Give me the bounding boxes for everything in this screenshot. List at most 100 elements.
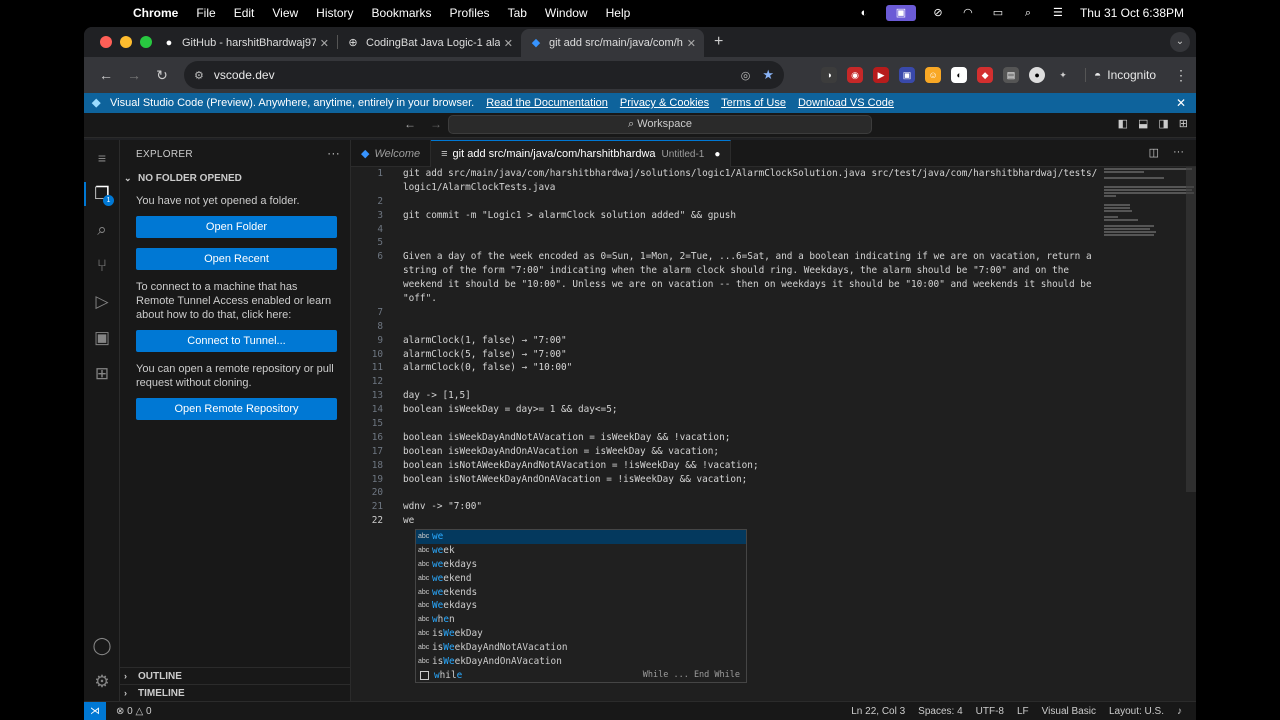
- address-bar[interactable]: ⚙ vscode.dev ◎ ★: [184, 61, 784, 89]
- control-center-icon[interactable]: ☰: [1050, 7, 1066, 19]
- chrome-menu-icon[interactable]: ⋮: [1174, 67, 1188, 84]
- code-line[interactable]: 11 alarmClock(0, false) → "10:00": [351, 361, 1181, 375]
- spotlight-icon[interactable]: ⌕: [1020, 7, 1036, 19]
- more-actions-icon[interactable]: ···: [327, 146, 340, 160]
- suggestion-item[interactable]: abc is We ekDayAndNotAVacation: [416, 641, 746, 655]
- code-line[interactable]: logic1/AlarmClockTests.java: [351, 181, 1181, 195]
- notifications-bell-icon[interactable]: ♪: [1177, 706, 1182, 717]
- go-back-icon[interactable]: ←: [404, 117, 416, 131]
- link-read-docs[interactable]: Read the Documentation: [486, 97, 608, 109]
- code-line[interactable]: 3 git commit -m "Logic1 > alarmClock solu…: [351, 209, 1181, 223]
- suggestion-item[interactable]: abc We ekdays: [416, 599, 746, 613]
- code-line[interactable]: 21 wdnv -> "7:00": [351, 500, 1181, 514]
- minimap[interactable]: [1100, 167, 1196, 267]
- code-line[interactable]: 14 boolean isWeekDay = day>= 1 && day<=5;: [351, 403, 1181, 417]
- tracking-off-icon[interactable]: ◎: [741, 69, 751, 82]
- menu-hamburger-icon[interactable]: ≡: [84, 140, 120, 176]
- bookmark-star-icon[interactable]: ★: [762, 67, 774, 83]
- code-line[interactable]: 2: [351, 195, 1181, 209]
- browser-tab-github[interactable]: ● GitHub - harshitBhardwaj97/C ✕: [154, 29, 337, 57]
- problems-indicator[interactable]: ⊗ 0 △ 0: [116, 706, 152, 717]
- extension-circle-icon[interactable]: ◐: [951, 67, 968, 83]
- suggestion-item[interactable]: abc is We ekDayAndOnAVacation: [416, 655, 746, 669]
- extensions-icon[interactable]: ⊞: [84, 356, 120, 392]
- minimize-window-button[interactable]: [120, 36, 132, 48]
- explorer-icon[interactable]: ❐ 1: [84, 176, 120, 212]
- browser-tab-vscode[interactable]: ◆ git add src/main/java/com/h ✕: [521, 29, 704, 57]
- code-line[interactable]: 22 we: [351, 514, 1181, 528]
- suggestion-item[interactable]: abc we ekend: [416, 572, 746, 586]
- code-line[interactable]: 1 git add src/main/java/com/harshitbhardw…: [351, 167, 1181, 181]
- link-terms[interactable]: Terms of Use: [721, 97, 786, 109]
- close-tab-icon[interactable]: ✕: [687, 37, 696, 50]
- menu-edit[interactable]: Edit: [225, 6, 264, 20]
- remote-indicator-icon[interactable]: ⋊: [84, 701, 106, 720]
- menu-view[interactable]: View: [263, 6, 307, 20]
- encoding[interactable]: UTF-8: [976, 706, 1004, 717]
- tab-search-icon[interactable]: ⌄: [1170, 32, 1190, 52]
- link-privacy[interactable]: Privacy & Cookies: [620, 97, 709, 109]
- suggestion-item[interactable]: abc we: [416, 530, 746, 544]
- connect-tunnel-button[interactable]: Connect to Tunnel...: [136, 330, 337, 352]
- battery-icon[interactable]: ▭: [990, 7, 1006, 19]
- forward-icon[interactable]: →: [120, 67, 148, 83]
- code-line[interactable]: 13 day -> [1,5]: [351, 389, 1181, 403]
- code-line[interactable]: 15: [351, 417, 1181, 431]
- menu-history[interactable]: History: [307, 6, 362, 20]
- extension-white-icon[interactable]: ●: [1029, 67, 1046, 83]
- keyboard-layout[interactable]: Layout: U.S.: [1109, 706, 1164, 717]
- code-line[interactable]: 4: [351, 223, 1181, 237]
- toggle-sidebar-icon[interactable]: ◧: [1118, 117, 1128, 130]
- code-line[interactable]: weekend it should be "10:00". Unless we …: [351, 278, 1181, 292]
- command-center[interactable]: ⌕ Workspace: [448, 115, 872, 134]
- close-tab-icon[interactable]: ✕: [320, 37, 329, 50]
- back-icon[interactable]: ←: [92, 67, 120, 83]
- end-of-line[interactable]: LF: [1017, 706, 1029, 717]
- reload-icon[interactable]: ↻: [148, 67, 176, 84]
- suggestion-item[interactable]: abc we ekdays: [416, 558, 746, 572]
- zoom-window-button[interactable]: [140, 36, 152, 48]
- menu-tab[interactable]: Tab: [499, 6, 536, 20]
- search-icon[interactable]: ⌕: [84, 212, 120, 248]
- menu-window[interactable]: Window: [536, 6, 597, 20]
- suggestion-item[interactable]: abc is We ekDay: [416, 627, 746, 641]
- code-line[interactable]: 9 alarmClock(1, false) → "7:00": [351, 334, 1181, 348]
- banner-close-icon[interactable]: ✕: [1176, 96, 1186, 110]
- extension-blue-icon[interactable]: ▣: [899, 67, 916, 83]
- extension-red-icon[interactable]: ◉: [847, 67, 864, 83]
- language-mode[interactable]: Visual Basic: [1042, 706, 1096, 717]
- close-tab-icon[interactable]: ✕: [504, 37, 513, 50]
- close-window-button[interactable]: [100, 36, 112, 48]
- browser-tab-codingbat[interactable]: ⊕ CodingBat Java Logic-1 alarm ✕: [338, 29, 521, 57]
- extension-shield-icon[interactable]: ◆: [977, 67, 994, 83]
- code-line[interactable]: 19 boolean isNotAWeekDayAndOnAVacation = …: [351, 473, 1181, 487]
- customize-layout-icon[interactable]: ⊞: [1179, 117, 1188, 130]
- menu-file[interactable]: File: [187, 6, 224, 20]
- go-forward-icon[interactable]: →: [430, 117, 442, 131]
- outline-section[interactable]: › OUTLINE: [120, 667, 350, 684]
- link-download[interactable]: Download VS Code: [798, 97, 894, 109]
- screen-record-icon[interactable]: ▣: [885, 4, 916, 21]
- code-line[interactable]: 18 boolean isNotAWeekDayAndNotAVacation =…: [351, 459, 1181, 473]
- code-line[interactable]: 8: [351, 320, 1181, 334]
- extension-youtube-icon[interactable]: ▶: [873, 67, 890, 83]
- code-line[interactable]: 20: [351, 486, 1181, 500]
- code-line[interactable]: 16 boolean isWeekDayAndNotAVacation = isW…: [351, 431, 1181, 445]
- incognito-indicator[interactable]: ◓ Incognito: [1085, 68, 1164, 82]
- suggestion-item[interactable]: w hil e While ... End While: [416, 669, 746, 683]
- menu-profiles[interactable]: Profiles: [441, 6, 499, 20]
- code-line[interactable]: 10 alarmClock(5, false) → "7:00": [351, 348, 1181, 362]
- suggestion-item[interactable]: abc we ekends: [416, 586, 746, 600]
- site-info-icon[interactable]: ⚙: [194, 69, 204, 82]
- timeline-section[interactable]: › TIMELINE: [120, 684, 350, 701]
- code-line[interactable]: string of the form "7:00" indicating whe…: [351, 264, 1181, 278]
- code-line[interactable]: 17 boolean isWeekDayAndOnAVacation = isWe…: [351, 445, 1181, 459]
- open-recent-button[interactable]: Open Recent: [136, 248, 337, 270]
- menubar-clock[interactable]: Thu 31 Oct 6:38PM: [1080, 6, 1184, 20]
- code-line[interactable]: 12: [351, 375, 1181, 389]
- menu-help[interactable]: Help: [597, 6, 640, 20]
- extensions-puzzle-icon[interactable]: ✦: [1055, 67, 1071, 83]
- more-actions-icon[interactable]: ···: [1173, 146, 1184, 159]
- screen-share-icon[interactable]: ◐: [856, 7, 872, 19]
- no-folder-section[interactable]: ⌄ NO FOLDER OPENED: [120, 168, 350, 188]
